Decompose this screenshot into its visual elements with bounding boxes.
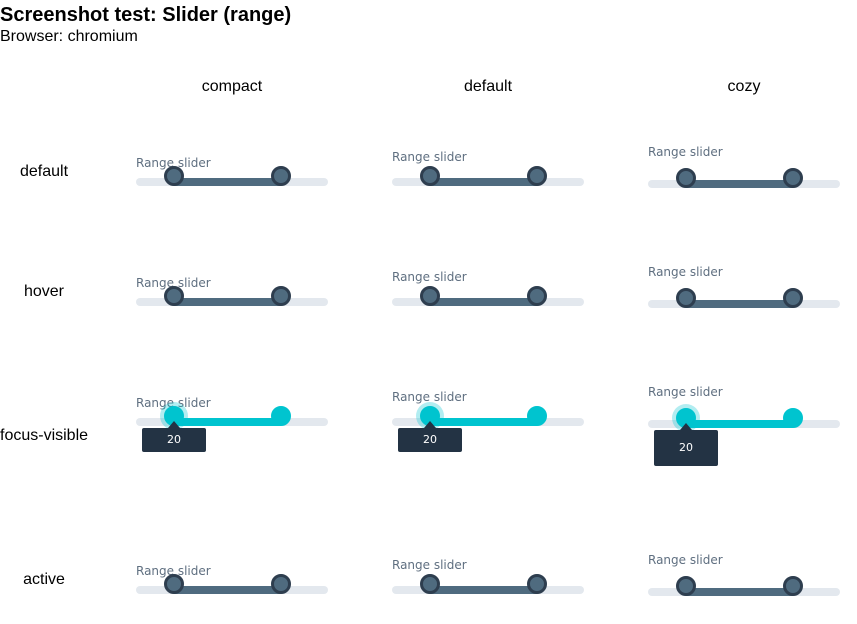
slider-handle-max[interactable] xyxy=(271,286,291,306)
slider-handle-max[interactable] xyxy=(783,576,803,596)
range-slider-hover-default: Range slider xyxy=(392,270,584,356)
range-slider-focus-visible-cozy: Range slider 20 xyxy=(648,385,840,476)
column-header-compact: compact xyxy=(201,78,263,95)
slider-range-fill xyxy=(430,586,537,594)
row-label-default: default xyxy=(19,163,69,180)
slider-label: Range slider xyxy=(392,390,467,404)
range-slider-active-default: Range slider xyxy=(392,558,584,624)
range-slider-hover-compact: Range slider xyxy=(136,276,328,356)
range-slider-active-compact: Range slider xyxy=(136,564,328,624)
slider-range-fill xyxy=(686,180,793,188)
slider-label: Range slider xyxy=(392,150,467,164)
slider-handle-min[interactable] xyxy=(676,576,696,596)
slider-label: Range slider xyxy=(392,270,467,284)
range-slider-default-cozy: Range slider xyxy=(648,145,840,236)
screenshot-page: Screenshot test: Slider (range) Browser:… xyxy=(0,0,857,624)
slider-range-fill xyxy=(430,418,537,426)
slider-handle-max[interactable] xyxy=(527,574,547,594)
slider-handle-max[interactable] xyxy=(527,406,547,426)
range-slider-default-compact: Range slider xyxy=(136,156,328,236)
slider-range-fill xyxy=(686,420,793,428)
value-tooltip: 20 xyxy=(654,423,718,466)
slider-handle-max[interactable] xyxy=(783,408,803,428)
slider-handle-max[interactable] xyxy=(527,166,547,186)
slider-handle-max[interactable] xyxy=(783,168,803,188)
slider-label: Range slider xyxy=(648,553,723,567)
slider-handle-max[interactable] xyxy=(271,166,291,186)
slider-range-fill xyxy=(174,418,281,426)
slider-range-fill xyxy=(430,298,537,306)
slider-handle-min[interactable] xyxy=(676,288,696,308)
slider-handle-min[interactable] xyxy=(164,286,184,306)
slider-handle-max[interactable] xyxy=(783,288,803,308)
slider-range-fill xyxy=(174,586,281,594)
column-header-cozy: cozy xyxy=(727,78,761,95)
slider-range-fill xyxy=(686,588,793,596)
slider-handle-min[interactable] xyxy=(420,574,440,594)
slider-handle-min[interactable] xyxy=(164,166,184,186)
slider-handle-min[interactable] xyxy=(420,166,440,186)
slider-range-fill xyxy=(174,178,281,186)
row-label-hover: hover xyxy=(23,283,65,300)
range-slider-active-cozy: Range slider xyxy=(648,553,840,624)
row-label-active: active xyxy=(23,571,65,588)
slider-label: Range slider xyxy=(648,145,723,159)
range-slider-default-default: Range slider xyxy=(392,150,584,236)
slider-range-fill xyxy=(430,178,537,186)
slider-handle-min[interactable] xyxy=(420,286,440,306)
slider-handle-max[interactable] xyxy=(271,406,291,426)
slider-handle-min[interactable] xyxy=(164,574,184,594)
slider-range-fill xyxy=(686,300,793,308)
slider-label: Range slider xyxy=(392,558,467,572)
page-title: Screenshot test: Slider (range) xyxy=(0,4,292,26)
slider-range-fill xyxy=(174,298,281,306)
row-label-focus-visible: focus-visible xyxy=(0,427,89,444)
value-tooltip: 20 xyxy=(398,421,462,452)
range-slider-focus-visible-default: Range slider 20 xyxy=(392,390,584,476)
browser-label: Browser: chromium xyxy=(0,28,138,45)
slider-label: Range slider xyxy=(648,385,723,399)
slider-label: Range slider xyxy=(648,265,723,279)
column-header-default: default xyxy=(463,78,513,95)
slider-handle-min[interactable] xyxy=(676,168,696,188)
range-slider-hover-cozy: Range slider xyxy=(648,265,840,356)
range-slider-focus-visible-compact: Range slider 20 xyxy=(136,396,328,476)
slider-handle-max[interactable] xyxy=(271,574,291,594)
value-tooltip: 20 xyxy=(142,421,206,452)
slider-handle-max[interactable] xyxy=(527,286,547,306)
